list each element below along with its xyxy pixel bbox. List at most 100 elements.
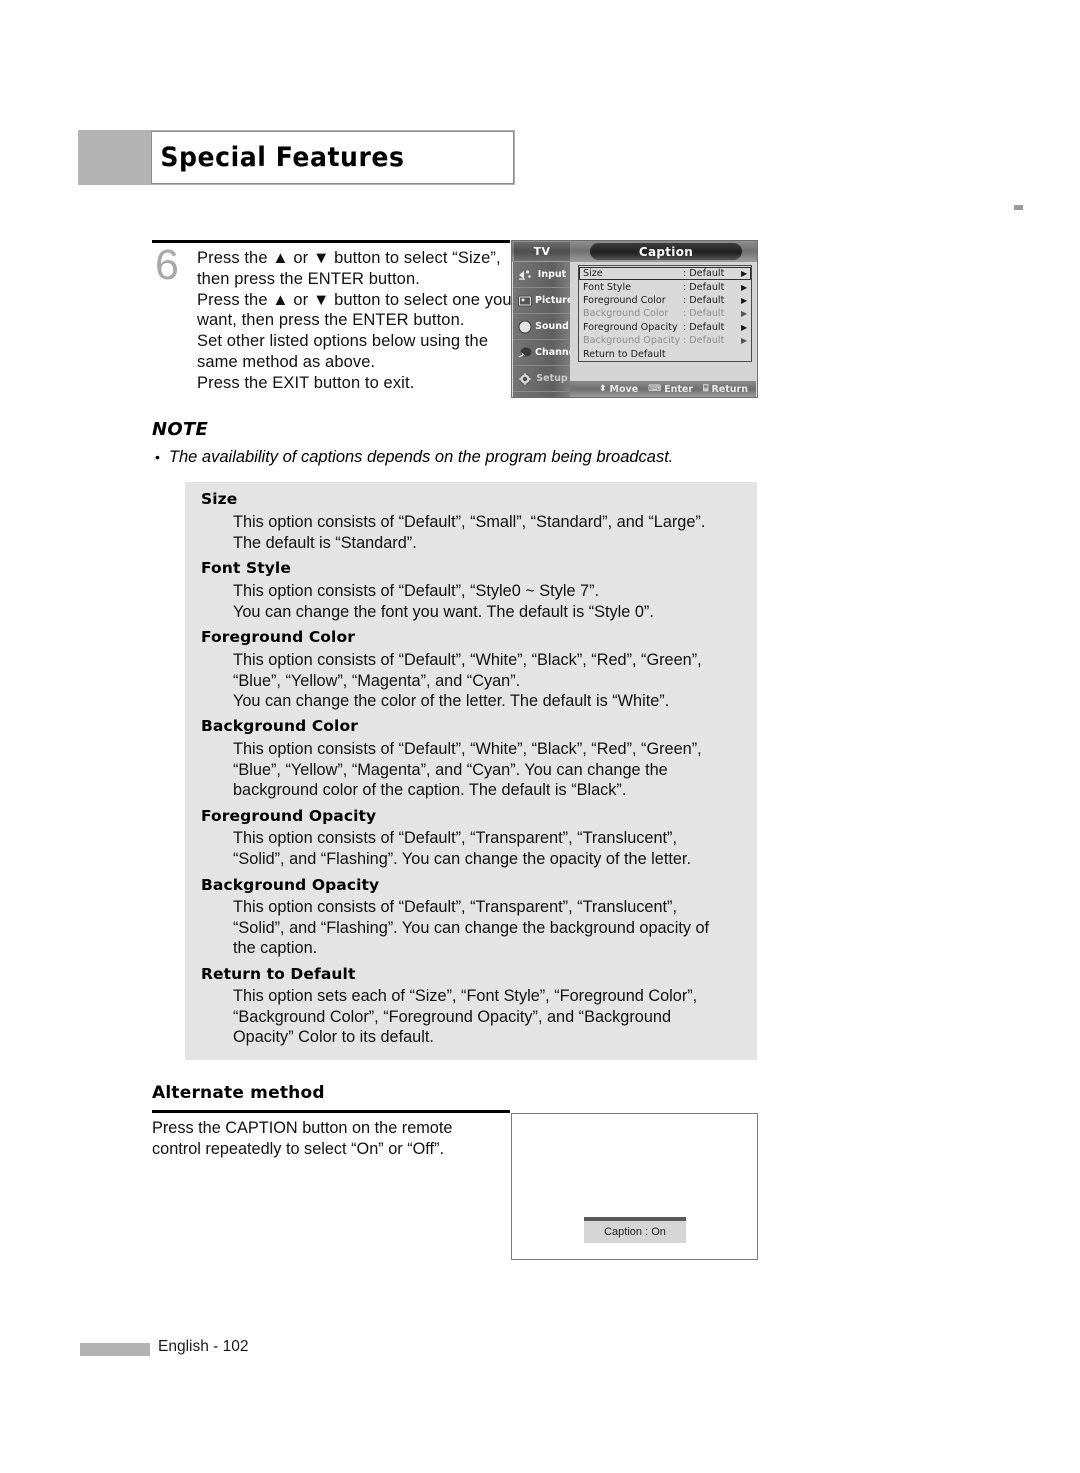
chevron-right-icon: ▶ xyxy=(741,269,748,279)
option-line: The default is “Standard”. xyxy=(233,533,417,552)
osd-row-value: : Default xyxy=(683,294,725,306)
chevron-right-icon: ▶ xyxy=(741,336,748,346)
osd-sidebar-item-channel[interactable]: Channel xyxy=(513,340,578,366)
option-line: You can change the font you want. The de… xyxy=(233,602,654,621)
osd-hint-label: Return xyxy=(711,383,748,395)
osd-bottom-hint-bar: ⬍ Move ⌨ Enter ⌸ Return xyxy=(570,381,756,397)
option-line: “Solid”, and “Flashing”. You can change … xyxy=(233,849,691,868)
option-title-return-to-default: Return to Default xyxy=(201,965,356,983)
option-line: Opacity” Color to its default. xyxy=(233,1028,434,1047)
option-line: “Solid”, and “Flashing”. You can change … xyxy=(233,918,710,937)
option-line: This option consists of “Default”, “Whit… xyxy=(233,740,702,758)
option-line: the caption. xyxy=(233,939,318,958)
osd-tv-tab: TV xyxy=(514,242,570,261)
note-bullet-item: • The availability of captions depends o… xyxy=(155,446,775,468)
step-line: Set other listed options below using the xyxy=(197,332,489,351)
note-bullet-text: The availability of captions depends on … xyxy=(168,448,674,466)
note-heading: NOTE xyxy=(152,419,209,440)
step-line: same method as above. xyxy=(197,352,376,371)
osd-row-label: Foreground Color xyxy=(583,294,666,306)
osd-hint-label: Move xyxy=(609,383,639,395)
tv-osd-menu-screenshot: TV Caption Input Picture Sound Channel S… xyxy=(511,240,758,398)
chevron-right-icon: ▶ xyxy=(741,322,748,332)
option-title-font-style: Font Style xyxy=(201,559,291,577)
input-icon xyxy=(515,266,535,284)
option-line: “Blue”, “Yellow”, “Magenta”, and “Cyan”. xyxy=(233,671,521,690)
osd-row-return-to-default[interactable]: Return to Default xyxy=(579,347,751,360)
osd-sidebar-label: Sound xyxy=(535,321,569,332)
osd-hint-return: ⌸ Return xyxy=(703,384,748,395)
osd-row-label: Size xyxy=(583,268,603,280)
option-title-background-opacity: Background Opacity xyxy=(201,876,380,894)
option-line: This option consists of “Default”, “Smal… xyxy=(233,513,706,531)
osd-hint-enter: ⌨ Enter xyxy=(648,384,693,395)
osd-content-panel: Size : Default ▶ Font Style : Default ▶ … xyxy=(570,262,756,397)
alternate-line: Press the CAPTION button on the remote xyxy=(152,1119,453,1137)
osd-sidebar-item-input[interactable]: Input xyxy=(513,262,570,288)
option-line: “Blue”, “Yellow”, “Magenta”, and “Cyan”.… xyxy=(233,760,668,779)
bullet-icon: • xyxy=(155,449,160,465)
osd-option-list: Size : Default ▶ Font Style : Default ▶ … xyxy=(578,265,752,362)
option-line: You can change the color of the letter. … xyxy=(233,692,670,711)
page-title-box: Special Features xyxy=(151,131,514,184)
option-title-background-color: Background Color xyxy=(201,717,358,735)
osd-sidebar-item-sound[interactable]: Sound xyxy=(513,314,570,340)
osd-row-value: : Default xyxy=(683,308,725,320)
osd-row-label: Foreground Opacity xyxy=(583,321,678,333)
alternate-method-text: Press the CAPTION button on the remote c… xyxy=(152,1118,502,1160)
osd-row-background-color[interactable]: Background Color : Default ▶ xyxy=(579,307,751,320)
picture-icon xyxy=(515,292,535,310)
step-instructions: Press the ▲ or ▼ button to select “Size”… xyxy=(197,248,512,394)
step-line: Press the EXIT button to exit. xyxy=(197,373,415,392)
osd-row-size[interactable]: Size : Default ▶ xyxy=(579,267,751,281)
alternate-method-heading: Alternate method xyxy=(152,1083,325,1103)
osd-row-value: : Default xyxy=(683,281,725,293)
osd-row-foreground-color[interactable]: Foreground Color : Default ▶ xyxy=(579,294,751,307)
footer-page-label: English - 102 xyxy=(158,1338,249,1355)
footer-accent-bar xyxy=(80,1343,150,1356)
osd-row-label: Font Style xyxy=(583,281,632,293)
osd-hint-move: ⬍ Move xyxy=(599,384,638,395)
step-line: Press the ▲ or ▼ button to select one yo… xyxy=(197,290,512,309)
osd-hint-label: Enter xyxy=(664,383,694,395)
option-body-foreground-color: This option consists of “Default”, “Whit… xyxy=(233,650,753,712)
step-number: 6 xyxy=(155,241,179,289)
option-body-foreground-opacity: This option consists of “Default”, “Tran… xyxy=(233,828,753,869)
option-title-size: Size xyxy=(201,490,238,508)
setup-icon xyxy=(515,370,535,388)
osd-row-label: Background Opacity xyxy=(583,335,681,347)
return-key-icon: ⌸ xyxy=(703,384,709,394)
alternate-line: control repeatedly to select “On” or “Of… xyxy=(152,1140,444,1158)
osd-sidebar-label: Picture xyxy=(535,295,574,306)
step-divider-rule xyxy=(152,240,510,243)
osd-sidebar: Input Picture Sound Channel Setup xyxy=(513,262,578,397)
option-body-return-to-default: This option sets each of “Size”, “Font S… xyxy=(233,986,753,1048)
osd-sidebar-item-setup[interactable]: Setup xyxy=(513,366,570,392)
osd-sidebar-item-picture[interactable]: Picture xyxy=(513,288,573,314)
option-body-size: This option consists of “Default”, “Smal… xyxy=(233,512,753,553)
option-title-foreground-opacity: Foreground Opacity xyxy=(201,807,377,825)
alternate-method-rule xyxy=(152,1110,510,1113)
option-line: This option consists of “Default”, “Tran… xyxy=(233,829,677,847)
chevron-right-icon: ▶ xyxy=(741,295,748,305)
page-header-bar: Special Features xyxy=(78,130,515,185)
option-line: background color of the caption. The def… xyxy=(233,781,627,800)
option-line: This option consists of “Default”, “Whit… xyxy=(233,651,702,669)
osd-row-label: Return to Default xyxy=(583,348,666,360)
osd-row-label: Background Color xyxy=(583,308,669,320)
enter-key-icon: ⌨ xyxy=(648,384,662,394)
chevron-right-icon: ▶ xyxy=(741,282,748,292)
caption-status-osd: Caption : On xyxy=(584,1217,686,1243)
option-line: This option consists of “Default”, “Styl… xyxy=(233,582,600,600)
step-line: want, then press the ENTER button. xyxy=(197,311,465,330)
osd-row-background-opacity[interactable]: Background Opacity : Default ▶ xyxy=(579,334,751,347)
osd-row-foreground-opacity[interactable]: Foreground Opacity : Default ▶ xyxy=(579,321,751,334)
option-body-font-style: This option consists of “Default”, “Styl… xyxy=(233,581,753,622)
chevron-right-icon: ▶ xyxy=(741,309,748,319)
option-body-background-opacity: This option consists of “Default”, “Tran… xyxy=(233,897,753,959)
osd-row-font-style[interactable]: Font Style : Default ▶ xyxy=(579,280,751,293)
option-line: “Background Color”, “Foreground Opacity”… xyxy=(233,1007,671,1026)
osd-menu-title: Caption xyxy=(590,243,742,260)
option-body-background-color: This option consists of “Default”, “Whit… xyxy=(233,739,753,801)
osd-row-value: : Default xyxy=(683,321,725,333)
